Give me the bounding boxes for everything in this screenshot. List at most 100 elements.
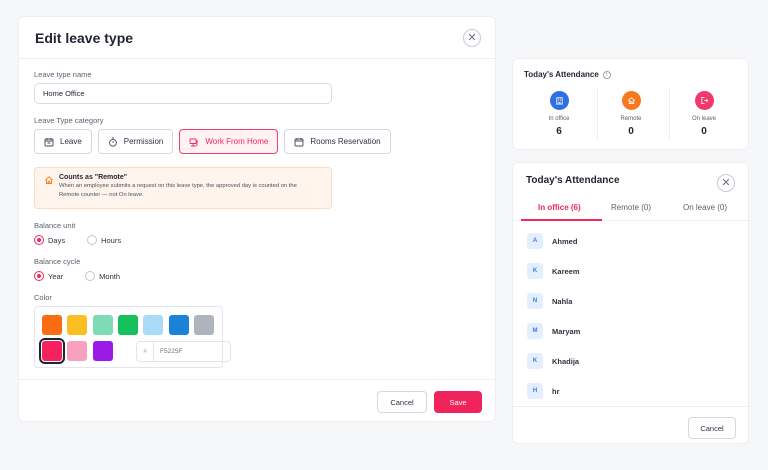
balance-unit-options: Days Hours (34, 235, 121, 245)
stat-value: 0 (701, 126, 707, 137)
color-swatch-selected[interactable] (39, 338, 65, 364)
color-swatch[interactable] (169, 315, 189, 335)
avatar: A (527, 233, 543, 249)
list-item[interactable]: K Khadija (527, 353, 579, 369)
person-name: Khadija (552, 356, 580, 366)
balance-cycle-month-radio[interactable]: Month (85, 271, 120, 281)
avatar: K (527, 263, 543, 279)
color-swatch[interactable] (194, 315, 214, 335)
tab-in-office[interactable]: In office (6) (538, 203, 581, 212)
person-name: Ahmed (552, 236, 578, 246)
stat-label: On leave (691, 116, 716, 122)
leave-type-name-input[interactable]: Home Office (34, 83, 332, 104)
person-name: Kareem (552, 266, 580, 276)
color-label: Color (34, 293, 52, 302)
close-icon: ✕ (467, 31, 477, 44)
modal-footer: Cancel (513, 406, 748, 445)
close-button[interactable]: ✕ (463, 29, 481, 47)
category-label: Permission (123, 137, 164, 146)
person-name: Maryam (552, 326, 581, 336)
cancel-button[interactable]: Cancel (688, 417, 736, 439)
list-item[interactable]: M Maryam (527, 323, 580, 339)
list-item[interactable]: N Nahla (527, 293, 572, 309)
balance-cycle-label: Balance cycle (34, 257, 81, 266)
stat-value: 6 (556, 126, 562, 137)
hex-color-input[interactable]: # F5225F (136, 341, 231, 362)
attendance-widget: Today's Attendance i In office 6 Remote … (512, 58, 749, 150)
modal-title: Edit leave type (35, 29, 134, 46)
color-swatch[interactable] (67, 315, 87, 335)
home-desk-icon (189, 138, 199, 146)
remote-info-callout: Counts as "Remote" When an employee subm… (34, 167, 332, 209)
callout-line: Remote counter — not On leave. (59, 191, 144, 198)
stat-icon-bg (694, 91, 714, 110)
category-rooms-reservation-button[interactable]: Rooms Reservation (284, 129, 391, 154)
attendance-modal-title: Today's Attendance (526, 175, 620, 186)
stat-label: In office (548, 116, 570, 122)
stat-value: 0 (628, 126, 634, 137)
list-item[interactable]: Hhr (527, 383, 560, 399)
home-icon (627, 97, 635, 105)
leave-type-category-label: Leave Type category (34, 116, 104, 125)
avatar: N (527, 293, 543, 309)
color-picker: # F5225F (34, 306, 231, 368)
balance-unit-days-radio[interactable]: Days (34, 235, 65, 245)
avatar: H (527, 383, 543, 399)
person-name: Nahla (552, 296, 573, 306)
color-swatch[interactable] (67, 341, 87, 361)
close-button[interactable]: ✕ (717, 174, 735, 192)
stopwatch-icon (108, 137, 117, 147)
balance-unit-hours-radio[interactable]: Hours (87, 235, 121, 245)
category-label: Leave (60, 137, 82, 146)
radio-label: Month (99, 271, 121, 281)
tab-on-leave[interactable]: On leave (0) (683, 203, 727, 212)
building-icon (555, 97, 563, 105)
attendance-tabs: In office (6) Remote (0) On leave (0) (513, 199, 748, 221)
callout-line: When an employee submits a request on th… (59, 183, 297, 189)
save-button[interactable]: Save (434, 391, 482, 413)
edit-leave-type-modal: Edit leave type ✕ Leave type name Home O… (18, 16, 496, 422)
home-icon (45, 176, 53, 184)
tab-remote[interactable]: Remote (0) (611, 203, 651, 212)
widget-title-text: Today's Attendance (524, 70, 599, 79)
balance-unit-label: Balance unit (34, 221, 76, 230)
category-label: Rooms Reservation (310, 137, 381, 146)
color-swatch[interactable] (42, 315, 62, 335)
active-tab-indicator (521, 219, 602, 221)
calendar-icon (44, 137, 54, 146)
callout-body: When an employee submits a request on th… (59, 182, 323, 200)
stat-remote[interactable]: Remote 0 (596, 91, 666, 137)
balance-cycle-year-radio[interactable]: Year (34, 271, 63, 281)
radio-dot (87, 235, 98, 245)
color-swatch[interactable] (118, 315, 138, 335)
info-icon[interactable]: i (602, 70, 611, 79)
list-item[interactable]: A Ahmed (527, 233, 577, 249)
color-swatch[interactable] (143, 315, 163, 335)
stat-icon-bg (549, 91, 569, 110)
stat-in-office[interactable]: In office 6 (524, 91, 594, 137)
category-permission-button[interactable]: Permission (97, 129, 174, 154)
radio-dot (85, 271, 96, 281)
color-swatch[interactable] (93, 315, 113, 335)
modal-header: Edit leave type (19, 17, 495, 59)
radio-dot (34, 271, 44, 281)
radio-label: Year (48, 271, 64, 281)
stat-icon-bg (621, 91, 641, 110)
logout-icon (700, 96, 708, 105)
category-leave-button[interactable]: Leave (34, 129, 92, 154)
calendar-icon (294, 137, 304, 146)
hex-prefix: # (137, 342, 154, 361)
avatar: M (527, 323, 543, 339)
radio-label: Hours (101, 235, 122, 245)
person-name: hr (552, 386, 560, 396)
list-item[interactable]: K Kareem (527, 263, 580, 279)
stat-on-leave[interactable]: On leave 0 (669, 91, 739, 137)
callout-title: Counts as "Remote" (59, 174, 128, 181)
color-swatch[interactable] (93, 341, 113, 361)
cancel-button[interactable]: Cancel (377, 391, 427, 413)
modal-footer: Cancel Save (19, 379, 495, 423)
widget-title: Today's Attendance i (524, 70, 611, 79)
radio-label: Days (48, 235, 66, 245)
category-work-from-home-button[interactable]: Work From Home (179, 129, 279, 154)
category-label: Work From Home (205, 137, 269, 146)
